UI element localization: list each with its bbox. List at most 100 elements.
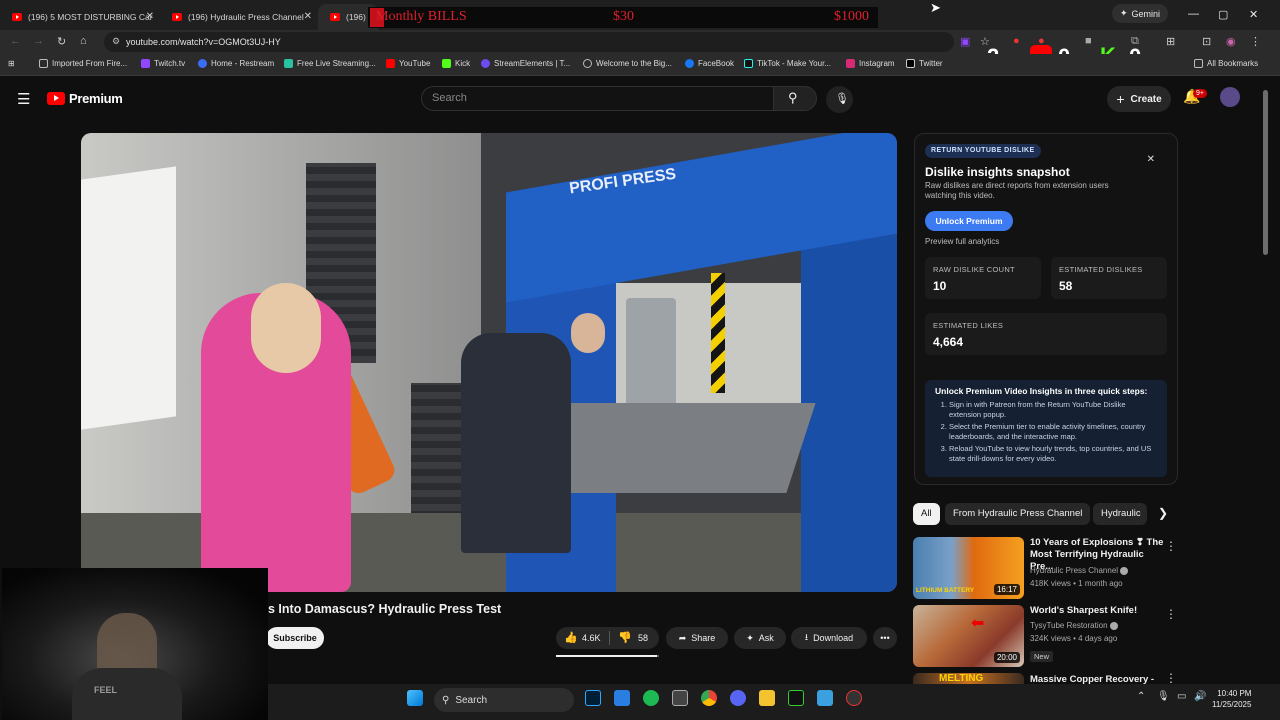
- profile-avatar-icon[interactable]: ◉: [1226, 35, 1236, 48]
- maximize-icon[interactable]: ▢: [1218, 8, 1228, 21]
- volume-icon[interactable]: 🔊: [1194, 691, 1206, 702]
- bookmark-youtube[interactable]: YouTube: [386, 59, 430, 68]
- dislike-count[interactable]: 58: [638, 633, 648, 643]
- chip-all[interactable]: All: [913, 503, 940, 525]
- split-view-icon[interactable]: ⊞: [1166, 35, 1175, 48]
- steps-title: Unlock Premium Video Insights in three q…: [935, 386, 1148, 396]
- restream-icon: [198, 59, 207, 68]
- bookmark-twitter[interactable]: Twitter: [906, 59, 943, 68]
- chrome-icon[interactable]: [701, 690, 717, 706]
- voice-search-button[interactable]: 🎙: [826, 86, 853, 113]
- tab-close-icon[interactable]: ✕: [304, 11, 312, 22]
- spotify-icon[interactable]: [643, 690, 659, 706]
- system-clock[interactable]: 10:40 PM 11/25/2025: [1212, 688, 1251, 710]
- page-scrollbar[interactable]: [1263, 90, 1268, 255]
- url-field[interactable]: ⚙ youtube.com/watch?v=OGMOt3UJ-HY: [104, 32, 954, 52]
- sparkle-icon: ✦: [746, 632, 754, 643]
- video-thumbnail[interactable]: ⬅ 20:00: [913, 605, 1024, 667]
- new-badge: New: [1030, 651, 1054, 662]
- share-label: Share: [691, 633, 716, 643]
- notepad-icon[interactable]: [817, 690, 833, 706]
- search-input[interactable]: Search: [421, 86, 773, 111]
- bookmark-instagram[interactable]: Instagram: [846, 59, 895, 68]
- obs-app-icon[interactable]: [672, 690, 688, 706]
- apps-grid-icon[interactable]: ⊞: [8, 59, 15, 68]
- discord-icon[interactable]: [730, 690, 746, 706]
- forward-icon[interactable]: →: [33, 35, 44, 47]
- bookmark-restream[interactable]: Home - Restream: [198, 59, 274, 68]
- bookmark-welcome[interactable]: Welcome to the Big...: [583, 59, 672, 68]
- video-thumbnail[interactable]: LITHIUM BATTERY 16:17: [913, 537, 1024, 599]
- gemini-button[interactable]: ✦ Gemini: [1112, 4, 1168, 23]
- create-button[interactable]: + Create: [1107, 86, 1171, 112]
- site-info-icon[interactable]: ⚙: [112, 36, 120, 47]
- photoshop-icon[interactable]: [585, 690, 601, 706]
- extension-icon[interactable]: ■: [1085, 35, 1092, 47]
- share-button[interactable]: ➦ Share: [666, 627, 728, 649]
- ask-button[interactable]: ✦ Ask: [734, 627, 786, 649]
- steps-list: Sign in with Patreon from the Return You…: [935, 400, 1157, 463]
- recommendation-item[interactable]: LITHIUM BATTERY 16:17 10 Years of Explos…: [913, 537, 1183, 601]
- close-icon[interactable]: ✕: [1147, 154, 1155, 165]
- windows-start-icon[interactable]: [407, 690, 423, 706]
- more-vertical-icon[interactable]: ⋮: [1165, 673, 1177, 684]
- bookmark-streamelements[interactable]: StreamElements | T...: [481, 59, 570, 68]
- more-actions-button[interactable]: •••: [873, 627, 897, 649]
- thumbs-up-icon[interactable]: 👍: [564, 631, 578, 644]
- tab-close-icon[interactable]: ✕: [146, 11, 154, 22]
- bookmark-kick[interactable]: Kick: [442, 59, 470, 68]
- recommendation-item[interactable]: MELTING Massive Copper Recovery - ⋮: [913, 673, 1183, 684]
- video-frame-man-head: [571, 313, 605, 353]
- bookmarks-bar: ⊞ Imported From Fire... Twitch.tv Home -…: [0, 54, 1280, 76]
- panel-title: Dislike insights snapshot: [925, 165, 1070, 179]
- video-frame-softbox: [81, 166, 176, 430]
- chevron-right-icon[interactable]: ❯: [1158, 506, 1168, 520]
- chip-hydraulic[interactable]: Hydraulic: [1093, 503, 1147, 525]
- network-icon[interactable]: ▭: [1177, 691, 1186, 702]
- taskbar-search[interactable]: ⚲ Search: [434, 688, 574, 712]
- unlock-premium-button[interactable]: Unlock Premium: [925, 211, 1013, 231]
- hamburger-menu-icon[interactable]: ☰: [17, 90, 30, 108]
- chrome-menu-icon[interactable]: ⋮: [1250, 35, 1261, 48]
- youtube-premium-logo[interactable]: Premium: [47, 91, 123, 106]
- home-icon[interactable]: ⌂: [80, 35, 87, 47]
- like-count[interactable]: 4.6K: [582, 633, 601, 643]
- twitch-extension-icon[interactable]: ▣: [960, 35, 970, 48]
- extension-icon[interactable]: ●: [1013, 35, 1020, 47]
- minimize-icon[interactable]: —: [1188, 8, 1199, 20]
- more-vertical-icon[interactable]: ⋮: [1165, 607, 1177, 621]
- bookmark-free-live[interactable]: Free Live Streaming...: [284, 59, 376, 68]
- chip-from-channel[interactable]: From Hydraulic Press Channel: [945, 503, 1091, 525]
- bookmark-facebook[interactable]: FaceBook: [685, 59, 734, 68]
- extensions-puzzle-icon[interactable]: ⊡: [1202, 35, 1211, 48]
- video-thumbnail[interactable]: MELTING: [913, 673, 1024, 684]
- microphone-icon[interactable]: 🎙: [1157, 691, 1170, 702]
- globe-icon: [583, 59, 592, 68]
- subscribe-button[interactable]: Subscribe: [266, 627, 324, 649]
- tab-2[interactable]: (196) Hydraulic Press Channel ✕: [160, 4, 318, 30]
- terminal-icon[interactable]: [788, 690, 804, 706]
- photos-icon[interactable]: [614, 690, 630, 706]
- recommendation-item[interactable]: ⬅ 20:00 World's Sharpest Knife! TysyTube…: [913, 605, 1183, 669]
- video-player[interactable]: PROFI PRESS: [81, 133, 897, 592]
- bookmark-twitch[interactable]: Twitch.tv: [141, 59, 185, 68]
- all-bookmarks[interactable]: All Bookmarks: [1194, 59, 1258, 68]
- close-window-icon[interactable]: ✕: [1249, 8, 1258, 21]
- taskbar-search-label: Search: [455, 694, 488, 706]
- download-button[interactable]: ⭳ Download: [791, 627, 867, 649]
- chevron-up-icon[interactable]: ⌃: [1137, 691, 1145, 702]
- thumbs-down-icon[interactable]: 👎: [618, 631, 632, 644]
- settings-gear-icon[interactable]: [846, 690, 862, 706]
- more-vertical-icon[interactable]: ⋮: [1165, 539, 1177, 553]
- estimated-dislikes-card: ESTIMATED DISLIKES 58: [1051, 257, 1167, 299]
- reload-icon[interactable]: ↻: [57, 35, 66, 48]
- account-avatar[interactable]: [1220, 87, 1240, 107]
- bookmark-imported[interactable]: Imported From Fire...: [39, 59, 127, 68]
- video-title: s Into Damascus? Hydraulic Press Test: [268, 602, 502, 616]
- bookmark-tiktok[interactable]: TikTok - Make Your...: [744, 59, 831, 68]
- back-icon[interactable]: ←: [10, 35, 21, 47]
- more-horizontal-icon: •••: [880, 633, 890, 643]
- tab-1[interactable]: (196) 5 MOST DISTURBING Car ✕: [0, 4, 160, 30]
- search-button[interactable]: ⚲: [773, 86, 817, 111]
- file-explorer-icon[interactable]: [759, 690, 775, 706]
